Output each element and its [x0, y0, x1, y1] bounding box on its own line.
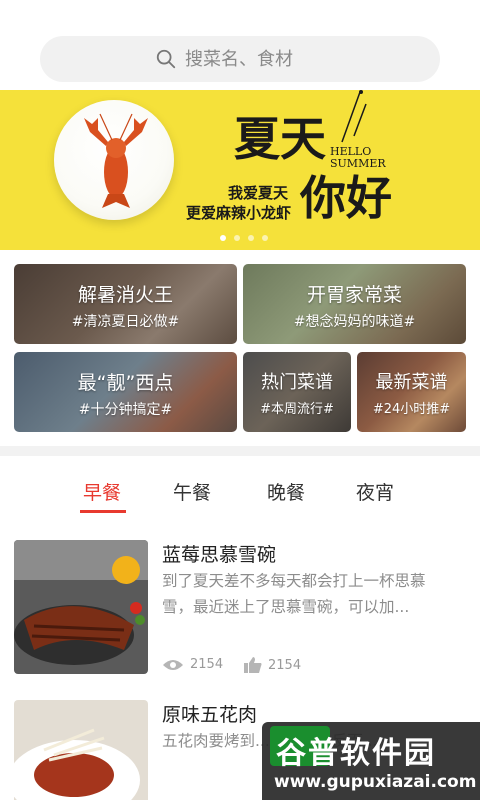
carousel-dot[interactable] [234, 235, 240, 241]
recipe-thumbnail [14, 540, 148, 674]
recipe-thumbnail [14, 700, 148, 800]
eye-icon [163, 659, 183, 670]
category-tile-cooling[interactable]: 解暑消火王 #清凉夏日必做# [14, 264, 237, 344]
category-title: 开胃家常菜 [306, 284, 402, 306]
watermark-name: 谷普软件园 [276, 736, 436, 771]
section-divider [0, 446, 480, 456]
category-subtitle: #24小时推# [372, 402, 451, 417]
category-title: 最“靓”西点 [77, 372, 174, 394]
category-subtitle: #清凉夏日必做# [71, 314, 180, 330]
tab-breakfast[interactable]: 早餐 [83, 478, 121, 505]
search-icon [156, 49, 176, 69]
tab-late-night[interactable]: 夜宵 [356, 478, 394, 505]
carousel-dot[interactable] [220, 235, 226, 241]
watermark-logo: 谷普软件园 www.gupuxiazai.com [262, 722, 480, 800]
carousel-dot[interactable] [248, 235, 254, 241]
recipe-description: 到了夏天差不多每天都会打上一杯思慕雪，最近迷上了思慕雪碗，可以加... [162, 572, 426, 616]
recipe-item[interactable]: 蓝莓思慕雪碗 到了夏天差不多每天都会打上一杯思慕雪，最近迷上了思慕雪碗，可以加.… [14, 540, 466, 680]
lobster-image [84, 113, 148, 208]
view-count-value: 2154 [190, 657, 224, 672]
thumbs-up-icon [244, 657, 262, 673]
active-tab-indicator [80, 510, 126, 513]
watermark-url: www.gupuxiazai.com [274, 772, 477, 792]
search-bar[interactable] [40, 36, 440, 82]
promo-banner[interactable]: 夏天 HELLO SUMMER 我爱夏天 更爱麻辣小龙虾 你好 [0, 90, 480, 250]
tab-lunch[interactable]: 午餐 [173, 478, 211, 505]
category-subtitle: #想念妈妈的味道# [293, 314, 416, 330]
recipe-title: 原味五花肉 [162, 704, 258, 726]
category-subtitle: #本周流行# [260, 402, 334, 417]
banner-slogan-1: 我爱夏天 [228, 184, 289, 202]
tab-dinner[interactable]: 晚餐 [267, 478, 305, 505]
banner-slogan-2: 更爱麻辣小龙虾 [186, 204, 292, 222]
recipe-title: 蓝莓思慕雪碗 [162, 544, 277, 566]
category-title: 解暑消火王 [77, 284, 173, 306]
decor-lines [341, 90, 367, 143]
category-tile-desserts[interactable]: 最“靓”西点 #十分钟搞定# [14, 352, 237, 432]
category-subtitle: #十分钟搞定# [78, 402, 173, 418]
banner-title-line2: 你好 [300, 171, 392, 225]
like-count-value: 2154 [268, 657, 302, 673]
meal-tabs: 早餐 午餐 晚餐 夜宵 [0, 478, 480, 518]
carousel-indicator [220, 235, 268, 241]
category-tile-popular[interactable]: 热门菜谱 #本周流行# [243, 352, 351, 432]
search-input[interactable] [185, 48, 325, 70]
category-title: 热门菜谱 [261, 372, 333, 393]
carousel-dot[interactable] [262, 235, 268, 241]
category-tile-home-cooking[interactable]: 开胃家常菜 #想念妈妈的味道# [243, 264, 466, 344]
like-count[interactable]: 2154 [244, 657, 301, 673]
category-tile-newest[interactable]: 最新菜谱 #24小时推# [357, 352, 466, 432]
view-count: 2154 [162, 657, 223, 672]
banner-title-line1: 夏天 [234, 112, 326, 166]
category-title: 最新菜谱 [375, 372, 448, 393]
